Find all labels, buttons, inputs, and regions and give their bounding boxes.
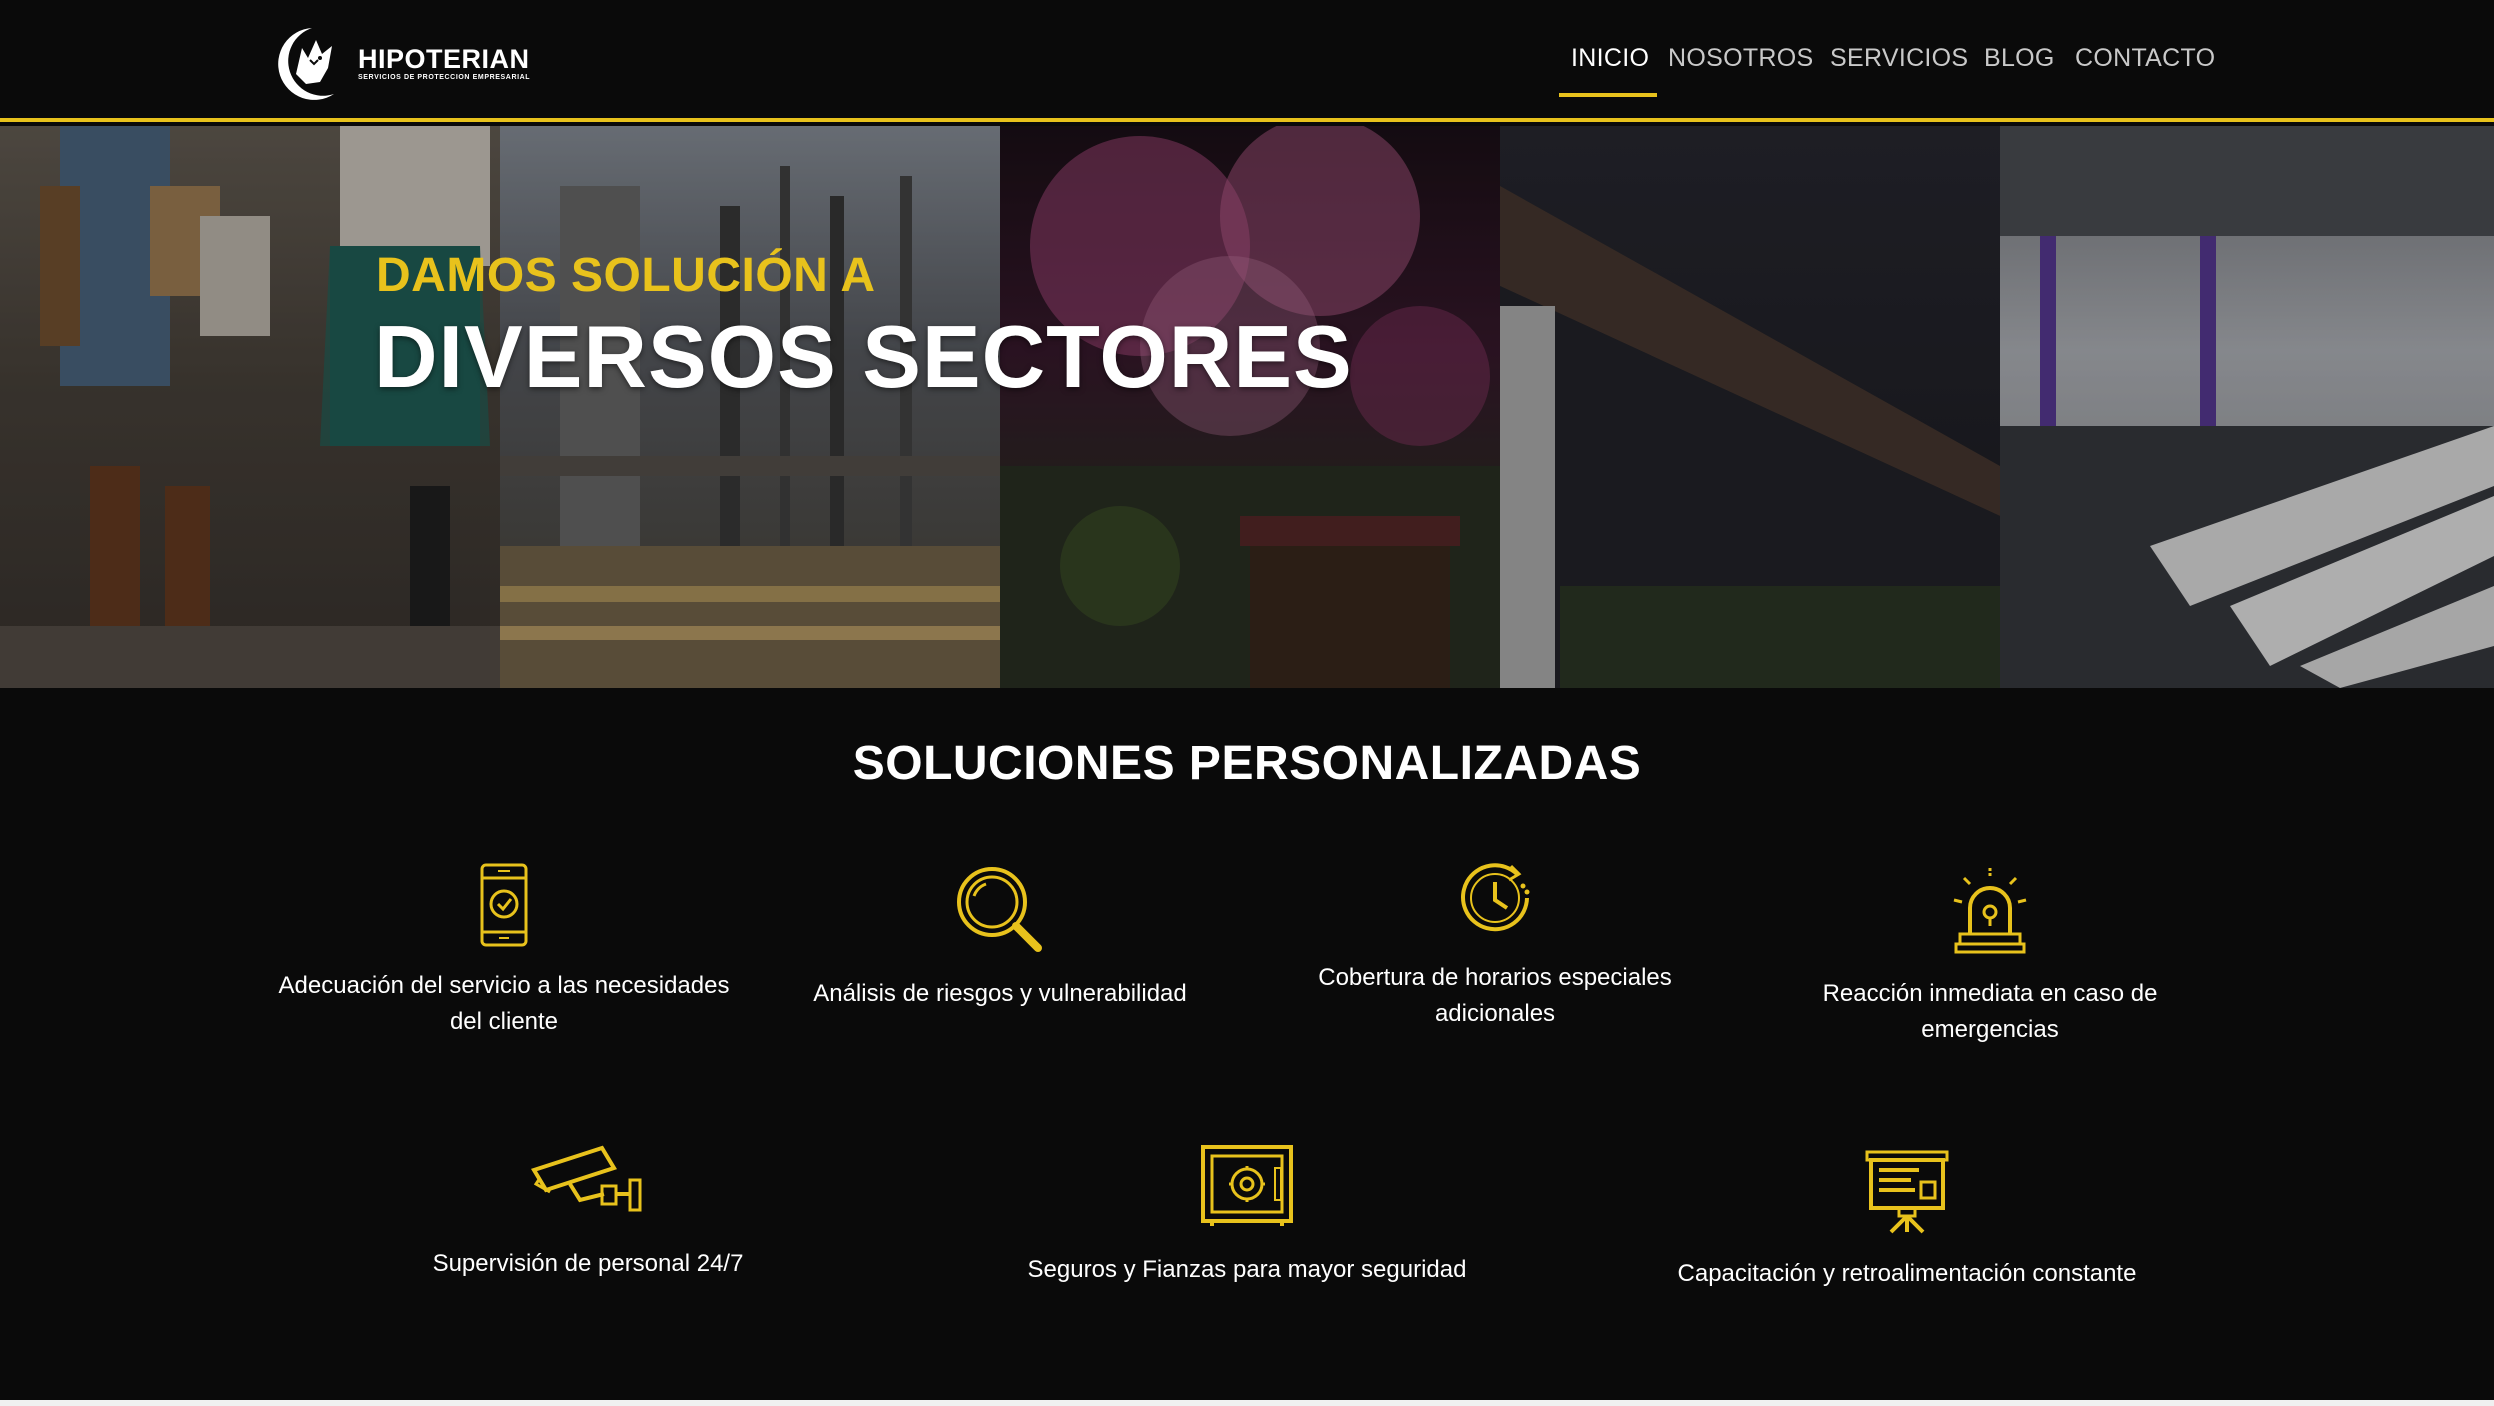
nav-item-contacto[interactable]: CONTACTO: [2075, 44, 2215, 73]
hero-kicker: DAMOS SOLUCIÓN A: [376, 249, 876, 302]
solution-item: Seguros y Fianzas para mayor seguridad: [1000, 1144, 1494, 1294]
phone-check-icon: [480, 863, 528, 947]
siren-icon: [1953, 868, 2027, 954]
solution-label: Capacitación y retroalimentación constan…: [1677, 1260, 2137, 1287]
nav-item-nosotros[interactable]: NOSOTROS: [1668, 44, 1813, 73]
section-title: SOLUCIONES PERSONALIZADAS: [852, 737, 1642, 790]
brand-tagline: SERVICIOS DE PROTECCION EMPRESARIAL: [358, 74, 531, 81]
solution-label: Análisis de riesgos y vulnerabilidad: [813, 980, 1187, 1007]
nav-active-indicator: [1559, 93, 1657, 97]
hero-banner: DAMOS SOLUCIÓN A DIVERSOS SECTORES: [0, 126, 2494, 688]
solution-label: Supervisión de personal 24/7: [432, 1250, 744, 1277]
nav-item-blog[interactable]: BLOG: [1984, 44, 2055, 73]
solution-item: Cobertura de horarios especiales adicion…: [1290, 860, 1700, 1040]
security-camera-icon: [530, 1145, 642, 1212]
solution-item: Adecuación del servicio a las necesidade…: [264, 862, 744, 1042]
brand-name: HIPOTERIAN: [358, 44, 530, 74]
solution-label: Cobertura de horarios especiales adicion…: [1318, 964, 1672, 1027]
safe-icon: [1201, 1145, 1293, 1226]
page-bottom-edge: [0, 1400, 2494, 1406]
solution-item: Supervisión de personal 24/7: [380, 1142, 796, 1282]
nav-item-servicios[interactable]: SERVICIOS: [1830, 44, 1968, 73]
solution-label: Adecuación del servicio a las necesidade…: [278, 972, 730, 1035]
site-header: HIPOTERIAN SERVICIOS DE PROTECCION EMPRE…: [0, 0, 2494, 122]
solution-item: Capacitación y retroalimentación constan…: [1650, 1148, 2164, 1298]
nav-item-inicio[interactable]: INICIO: [1571, 44, 1649, 73]
wolf-moon-logo-icon: [278, 28, 334, 100]
solution-item: Reacción inmediata en caso de emergencia…: [1800, 864, 2180, 1054]
clock-icon: [1461, 863, 1530, 932]
presentation-board-icon: [1865, 1150, 1949, 1234]
solution-item: Análisis de riesgos y vulnerabilidad: [790, 862, 1210, 1022]
brand-logo[interactable]: HIPOTERIAN SERVICIOS DE PROTECCION EMPRE…: [274, 24, 530, 104]
magnifier-icon: [957, 867, 1042, 952]
solution-label: Seguros y Fianzas para mayor seguridad: [1027, 1256, 1467, 1283]
hero-title: DIVERSOS SECTORES: [374, 307, 1353, 406]
solution-label: Reacción inmediata en caso de emergencia…: [1822, 980, 2158, 1043]
